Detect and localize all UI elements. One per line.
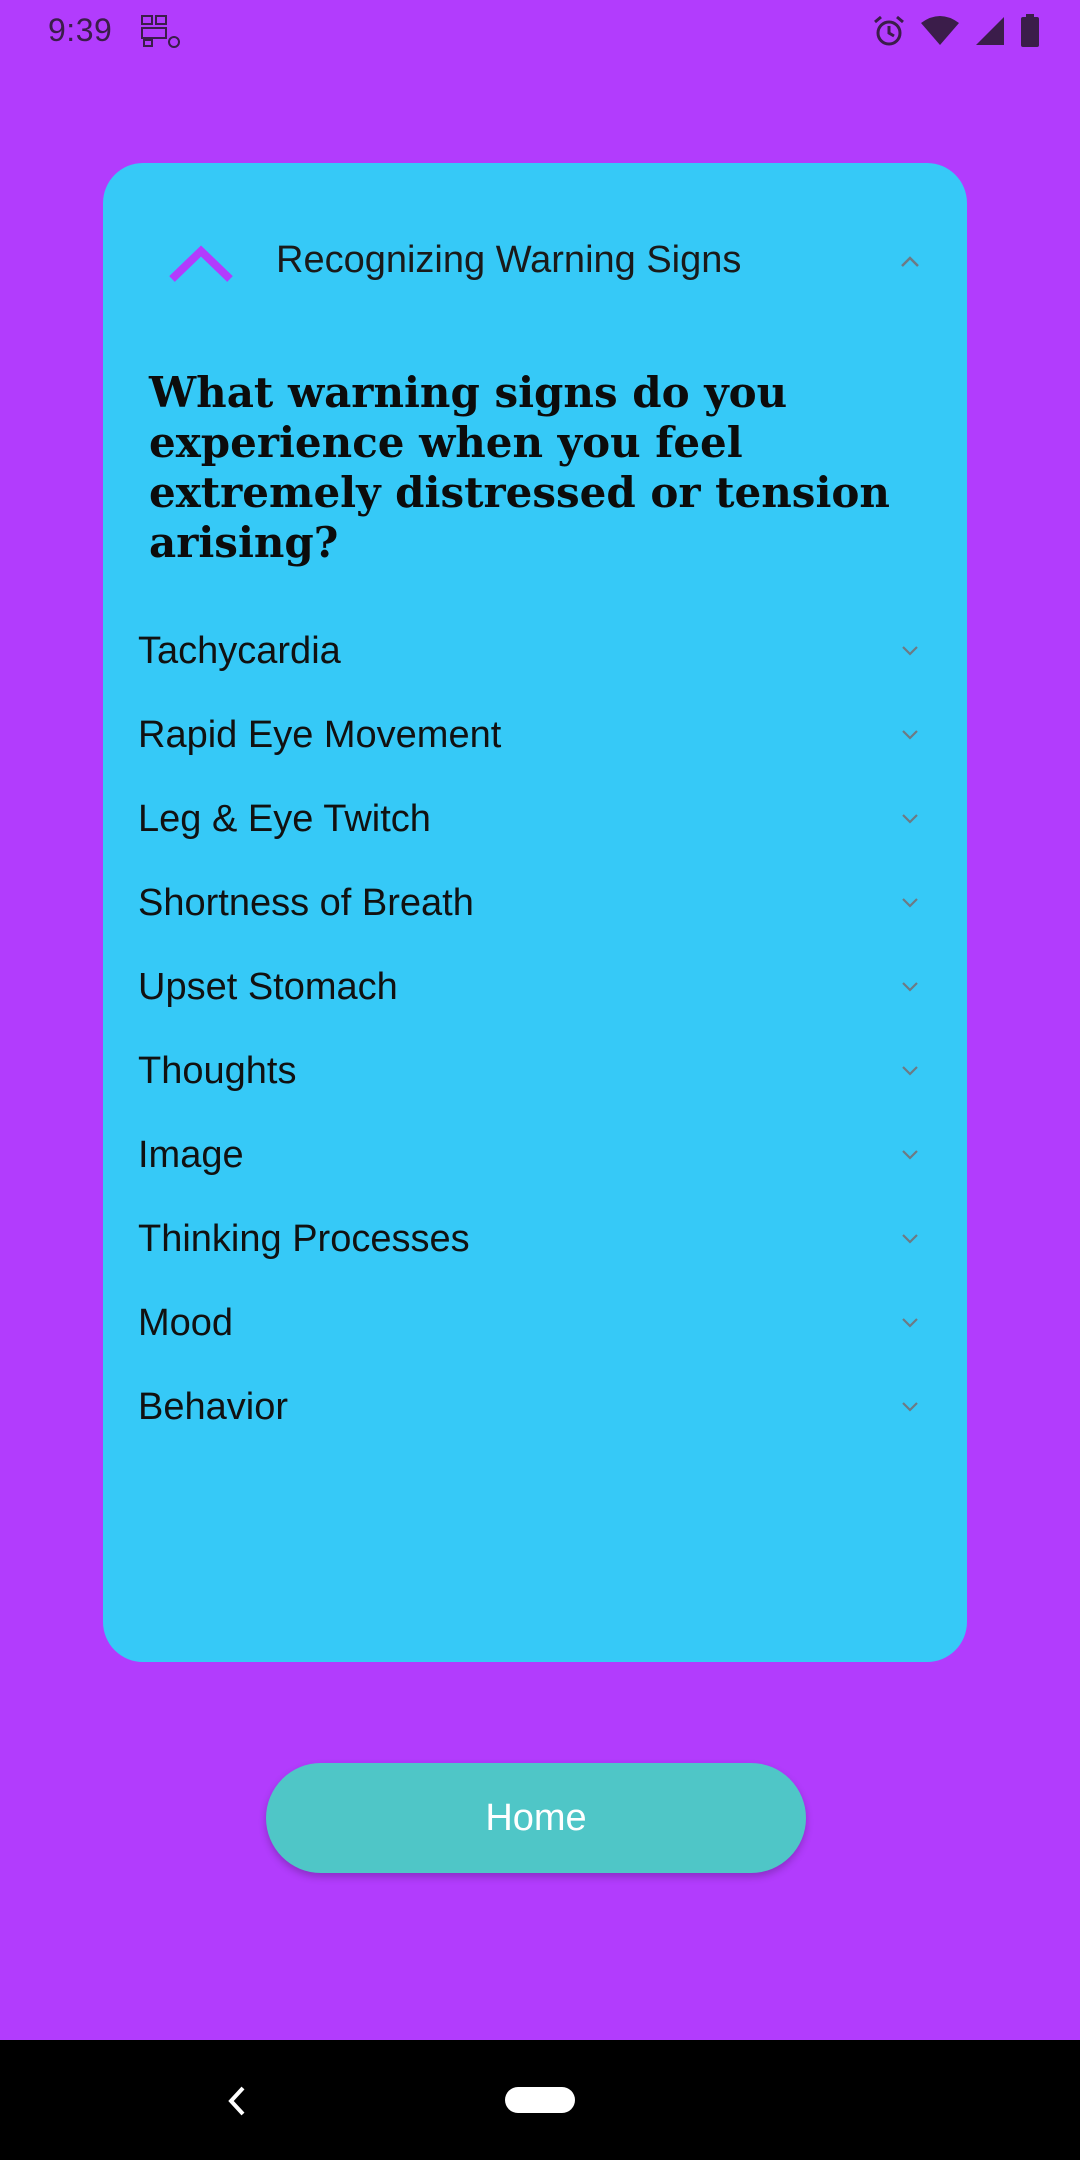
list-item-behavior[interactable]: Behavior	[103, 1364, 967, 1448]
home-pill-icon[interactable]	[505, 2087, 575, 2113]
list-item-rapid-eye-movement[interactable]: Rapid Eye Movement	[103, 692, 967, 776]
list-item-tachycardia[interactable]: Tachycardia	[103, 608, 967, 692]
battery-icon	[1021, 14, 1039, 47]
list-item-label: Upset Stomach	[138, 966, 398, 1008]
list-item-label: Thinking Processes	[138, 1218, 470, 1260]
card-header[interactable]: Recognizing Warning Signs	[103, 163, 967, 363]
chevron-down-icon[interactable]	[900, 896, 920, 909]
chevron-down-icon[interactable]	[900, 1400, 920, 1413]
list-item-image[interactable]: Image	[103, 1112, 967, 1196]
list-item-label: Tachycardia	[138, 630, 341, 672]
list-item-leg-eye-twitch[interactable]: Leg & Eye Twitch	[103, 776, 967, 860]
list-item-thoughts[interactable]: Thoughts	[103, 1028, 967, 1112]
status-bar: 9:39	[0, 0, 1080, 63]
chevron-down-icon[interactable]	[900, 728, 920, 741]
card-title: Recognizing Warning Signs	[276, 239, 742, 281]
home-button[interactable]: Home	[266, 1763, 806, 1873]
list-item-label: Thoughts	[138, 1050, 297, 1092]
wifi-icon	[921, 16, 959, 45]
chevron-down-icon[interactable]	[900, 1148, 920, 1161]
list-item-mood[interactable]: Mood	[103, 1280, 967, 1364]
warning-signs-list: Tachycardia Rapid Eye Movement Leg & Eye…	[103, 608, 967, 1448]
chevron-down-icon[interactable]	[900, 1232, 920, 1245]
chevron-down-icon[interactable]	[900, 1064, 920, 1077]
chevron-down-icon[interactable]	[900, 1316, 920, 1329]
chevron-down-icon[interactable]	[900, 644, 920, 657]
list-item-shortness-of-breath[interactable]: Shortness of Breath	[103, 860, 967, 944]
signal-icon	[976, 17, 1004, 45]
back-icon[interactable]	[225, 2084, 249, 2118]
list-item-upset-stomach[interactable]: Upset Stomach	[103, 944, 967, 1028]
system-nav-bar	[0, 2040, 1080, 2160]
list-item-thinking-processes[interactable]: Thinking Processes	[103, 1196, 967, 1280]
question-text: What warning signs do you experience whe…	[149, 368, 890, 567]
alarm-icon	[874, 15, 904, 46]
list-item-label: Rapid Eye Movement	[138, 714, 502, 756]
list-item-label: Shortness of Breath	[138, 882, 474, 924]
status-time: 9:39	[48, 12, 113, 48]
collapse-chevron-icon[interactable]	[899, 255, 921, 269]
chevron-up-icon[interactable]	[168, 243, 234, 285]
list-item-label: Mood	[138, 1302, 234, 1344]
notification-icon	[141, 15, 180, 48]
status-icons	[872, 12, 1040, 50]
list-item-label: Image	[138, 1134, 244, 1176]
chevron-down-icon[interactable]	[900, 980, 920, 993]
list-item-label: Leg & Eye Twitch	[138, 798, 431, 840]
chevron-down-icon[interactable]	[900, 812, 920, 825]
warning-signs-card: Recognizing Warning Signs What warning s…	[103, 163, 967, 1662]
list-item-label: Behavior	[138, 1386, 288, 1428]
